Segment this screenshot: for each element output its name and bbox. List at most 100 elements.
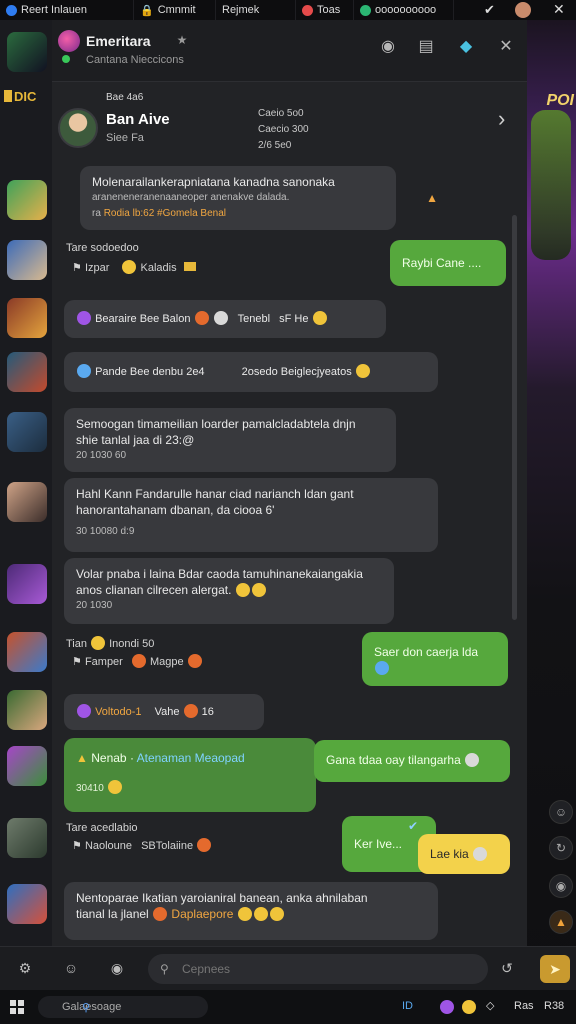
language-indicator[interactable]: Ras — [514, 1000, 534, 1012]
message-bubble[interactable]: Nentoparae Ikatian yaroianiral banean, a… — [64, 882, 438, 940]
message-input[interactable] — [148, 954, 488, 984]
discord-icon[interactable] — [440, 1000, 454, 1014]
top-tab-5-label: oooooooooo — [375, 4, 437, 16]
message-text: Lae kia — [430, 847, 469, 861]
game-icon[interactable]: ◉ — [549, 874, 573, 898]
sticker-icon[interactable]: ☺ — [58, 955, 84, 981]
top-tab-3[interactable]: Rejmek — [216, 0, 296, 20]
message-bubble-own[interactable]: Lae kia — [418, 834, 510, 874]
message-bubble[interactable]: Bearaire Bee Balon Tenebl sF He — [64, 300, 386, 338]
emoji-icon — [237, 907, 252, 921]
art-title: POI — [546, 92, 574, 109]
rail-avatar[interactable] — [7, 564, 47, 604]
top-tab-1[interactable]: Reert Inlauen — [0, 0, 134, 20]
clock[interactable]: R38 — [544, 1000, 564, 1012]
windows-icon[interactable] — [10, 1000, 24, 1014]
pin-icon[interactable]: ▤ — [416, 36, 436, 56]
message-bubble[interactable]: Hahl Kann Fandarulle hanar ciad narianch… — [64, 478, 438, 552]
rail-avatar[interactable] — [7, 482, 47, 522]
taskbar-app-label: ID — [402, 1000, 413, 1012]
message-bubble-own[interactable]: Saer don caerja lda — [362, 632, 508, 686]
profile-avatar[interactable] — [58, 108, 98, 148]
target-icon[interactable]: ◉ — [378, 36, 398, 56]
rail-avatar[interactable] — [7, 32, 47, 72]
rail-avatar[interactable] — [7, 690, 47, 730]
message-time: 20 1030 60 — [76, 450, 127, 461]
message-label: Tare sodoedoo — [66, 242, 139, 254]
top-tab-5[interactable]: oooooooooo — [354, 0, 454, 20]
message-text: sF He — [279, 313, 309, 325]
rail-avatar[interactable] — [7, 412, 47, 452]
message-text: Bearaire Bee Balon — [95, 313, 191, 325]
send-button[interactable]: ➤ — [540, 955, 570, 983]
message-label-text: Inondi 50 — [109, 638, 155, 650]
message-text: Daplaepore — [171, 907, 234, 921]
rail-avatar[interactable] — [7, 632, 47, 672]
close-window-icon[interactable]: ✕ — [553, 1, 565, 18]
message-text: tianal la jlanel — [76, 907, 149, 921]
message-bubble-own[interactable]: Raybi Cane .... — [390, 240, 506, 286]
chevron-right-icon[interactable]: › — [498, 106, 505, 132]
emoji-icon — [131, 654, 146, 668]
chat-title: Emeritara — [86, 33, 151, 49]
top-tab-2[interactable]: 🔒 Cmnmit — [134, 0, 216, 20]
rail-avatar[interactable] — [7, 884, 47, 924]
notification-icon[interactable] — [462, 1000, 476, 1014]
rail-game-tag[interactable]: DIC — [4, 86, 50, 106]
message-text: Gana tdaa oay tilangarha — [326, 753, 461, 767]
server-icon[interactable] — [58, 30, 80, 52]
refresh-icon[interactable]: ↻ — [549, 836, 573, 860]
message-bubble[interactable]: Semoogan timameilian loarder pamalcladab… — [64, 408, 396, 472]
rail-avatar[interactable] — [7, 240, 47, 280]
left-rail: DIC — [0, 20, 52, 990]
avatar-icon — [77, 311, 91, 325]
rail-avatar[interactable] — [7, 352, 47, 392]
message-text: anos clianan cilrecen alergat. — [76, 583, 232, 597]
rail-avatar[interactable] — [7, 180, 47, 220]
message-link[interactable]: Atenaman Meaopad — [137, 751, 245, 765]
app-icon[interactable]: ID — [402, 1000, 413, 1012]
emoji-icon — [355, 364, 370, 378]
message-bubble[interactable]: Molenarailankerapniatana kanadna sanonak… — [80, 166, 438, 230]
message-bubble[interactable]: Pande Bee denbu 2e4 2osedo Beiglecjyeato… — [64, 352, 438, 392]
close-icon[interactable]: ✕ — [496, 36, 516, 56]
message-text: Famper — [84, 656, 123, 668]
message-text: 16 — [201, 706, 214, 718]
top-tab-1-label: Reert Inlauen — [21, 4, 88, 16]
message-meta: ra — [92, 208, 101, 219]
message-text: Saer don caerja lda — [374, 645, 479, 659]
rail-avatar[interactable] — [7, 298, 47, 338]
message-link[interactable]: Rodia lb:62 #Gomela Benal — [104, 208, 226, 219]
cube-icon[interactable]: ◆ — [456, 36, 476, 56]
message-text: Vahe — [154, 706, 180, 718]
chat-header: Emeritara Cantana Nieccicons ★ ◉ ▤ ◆ ✕ — [52, 20, 527, 82]
top-tab-4[interactable]: Toas — [296, 0, 354, 20]
check-icon[interactable]: ✔ — [484, 2, 495, 18]
chat-icon — [360, 4, 371, 16]
info-icon — [375, 661, 389, 675]
emoji-icon — [473, 847, 488, 861]
wifi-icon[interactable]: ◇ — [486, 999, 494, 1012]
settings-icon[interactable]: ⚙ — [12, 955, 38, 981]
message-text: araneneneranenaaneoper anenakve dalada. — [92, 192, 290, 203]
refresh-icon[interactable]: ↺ — [494, 955, 520, 981]
message-line: ⚑ Naoloune SBTolaiine — [72, 838, 212, 852]
emoji-icon[interactable]: ☺ — [549, 800, 573, 824]
gif-icon[interactable]: ◉ — [104, 955, 130, 981]
scrollbar[interactable] — [512, 215, 517, 620]
message-bubble[interactable]: Voltodo-1 Vahe 16 — [64, 694, 264, 730]
fire-icon[interactable]: ▲ — [549, 910, 573, 934]
taskbar-search[interactable]: ⚲ Galaesoage — [38, 996, 208, 1018]
message-bubble-own[interactable]: Gana tdaa oay tilangarha — [314, 740, 510, 782]
profile-status: Siee Fa — [106, 132, 144, 144]
message-text: Nenab — [91, 751, 127, 765]
rail-avatar[interactable] — [7, 746, 47, 786]
star-icon[interactable]: ★ — [172, 30, 192, 50]
message-bubble[interactable]: Volar pnaba i laina Bdar caoda tamuhinan… — [64, 558, 394, 624]
user-avatar[interactable] — [515, 2, 531, 18]
message-text: Tenebl — [237, 313, 271, 325]
message-text: shie tanlal jaa di 23:@ — [76, 433, 195, 447]
message-bubble-own[interactable]: ▲ Nenab · Atenaman Meaopad 30410 — [64, 738, 316, 812]
rail-avatar[interactable] — [7, 818, 47, 858]
message-time: 30 10080 d:9 — [76, 526, 135, 537]
